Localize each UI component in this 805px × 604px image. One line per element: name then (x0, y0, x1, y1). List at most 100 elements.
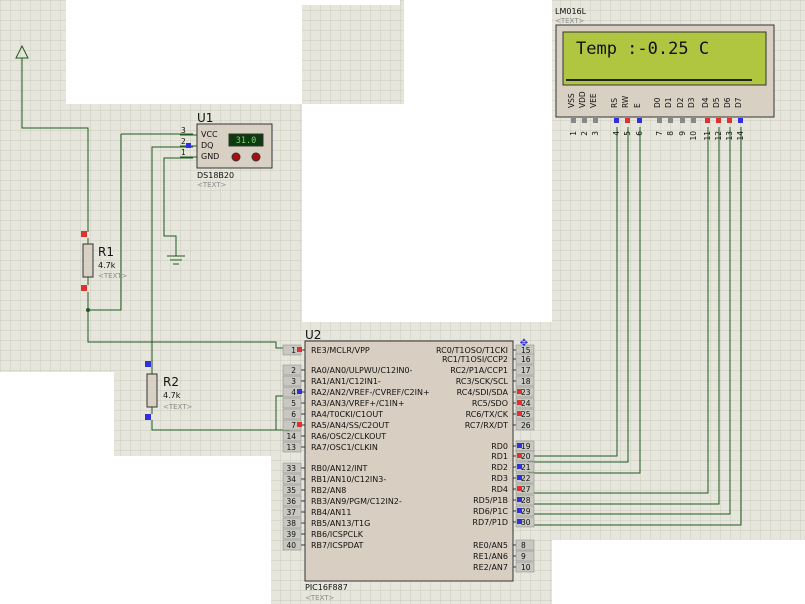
u2-pin-name: RC4/SDI/SDA (457, 388, 509, 397)
r1-pin-bottom (81, 285, 87, 291)
u2-pin-number: 7 (291, 421, 296, 430)
u2-ref: U2 (305, 328, 321, 342)
u1-pin-number: 2 (181, 137, 186, 146)
u1-part: DS18B20 (197, 171, 234, 180)
lcd-pin-label: RS (610, 98, 619, 108)
u1-pin-name: DQ (201, 141, 213, 150)
r1-ref: R1 (98, 245, 114, 259)
lcd-pin-marker (727, 118, 732, 123)
u2-pin-name: RE3/MCLR/VPP (311, 346, 370, 355)
u2-pin-name: RC7/RX/DT (465, 421, 508, 430)
schematic-svg: LM016L <TEXT> Temp :-0.25 C VSS 1 VDD 2 VEE 3… (0, 0, 805, 604)
lcd-pin-marker (625, 118, 630, 123)
u2-pin-name: RC6/TX/CK (466, 410, 509, 419)
u2-pin-name: RB3/AN9/PGM/C12IN2- (311, 497, 402, 506)
u2-pin-number: 35 (286, 486, 296, 495)
blank-area (404, 0, 552, 322)
u2-pin-number: 17 (521, 366, 531, 375)
u1-pin-number: 3 (181, 126, 186, 135)
r2-value: 4.7k (163, 391, 181, 400)
u2-pin-name: RB5/AN13/T1G (311, 519, 370, 528)
u2-pin-number: 40 (286, 541, 296, 550)
u2-pin-number: 10 (521, 563, 531, 572)
u2-pin-name: RB2/AN8 (311, 486, 346, 495)
u2-pin-name: RA5/AN4/SS/C2OUT (311, 421, 389, 430)
u2-pin-name: RB6/ICSPCLK (311, 530, 364, 539)
lcd-pin-label: D4 (701, 97, 710, 108)
u2-pin-number: 21 (521, 463, 531, 472)
u2-pin-marker (297, 422, 302, 427)
lcd-pin-number: 14 (736, 131, 745, 141)
u2-pin-number: 29 (521, 507, 531, 516)
u2-pin-name: RA1/AN1/C12IN1- (311, 377, 381, 386)
r1-pin-top (81, 231, 87, 237)
u2-pin-name: RB1/AN10/C12IN3- (311, 475, 386, 484)
u2-pin-number: 30 (521, 518, 531, 527)
move-handle-icon[interactable]: ✥ (520, 338, 528, 349)
lcd-pin-marker (691, 118, 696, 123)
u2-pin-name: RA3/AN3/VREF+/C1IN+ (311, 399, 405, 408)
r2-pin-top (145, 361, 151, 367)
mcu-pic16f887[interactable]: U2 PIC16F887 <TEXT> 1 RE3/MCLR/VPP 2 RA0/AN… (282, 328, 535, 602)
u2-pin-number: 36 (286, 497, 296, 506)
lcd-pin-number: 1 (569, 131, 578, 136)
lcd-placeholder: <TEXT> (555, 17, 585, 25)
u2-pin-number: 26 (521, 421, 531, 430)
lcd-pin-number: 6 (635, 131, 644, 136)
u2-pin-name: RE0/AN5 (473, 541, 508, 550)
u2-pin-name: RD5/P1B (473, 496, 508, 505)
u2-pin-number: 19 (521, 442, 531, 451)
u2-pin-name: RA7/OSC1/CLKIN (311, 443, 378, 452)
lcd-pin-number: 8 (666, 131, 675, 136)
u2-pin-marker (517, 497, 522, 502)
u2-pin-name: RC1/T1OSI/CCP2 (442, 355, 508, 364)
u2-pin-number: 13 (286, 443, 296, 452)
u2-pin-name: RA0/AN0/ULPWU/C12IN0- (311, 366, 413, 375)
lcd-pin-marker (614, 118, 619, 123)
u2-pin-name: RE1/AN6 (473, 552, 508, 561)
u2-pin-number: 8 (521, 541, 526, 550)
u2-pin-marker (517, 443, 522, 448)
u2-pin-name: RB7/ICSPDAT (311, 541, 364, 550)
lcd-pin-number: 9 (678, 131, 687, 136)
u1-pin-name: GND (201, 152, 219, 161)
u2-pin-name: RB0/AN12/INT (311, 464, 368, 473)
u2-pin-number: 28 (521, 496, 531, 505)
u2-pin-number: 14 (286, 432, 296, 441)
junction-dot (86, 308, 90, 312)
u2-pin-number: 39 (286, 530, 296, 539)
u1-pin-number: 1 (181, 148, 186, 157)
u2-pin-number: 5 (291, 399, 296, 408)
u1-pin-marker (186, 143, 191, 148)
lcd-pin-label: D5 (712, 97, 721, 108)
u1-placeholder: <TEXT> (197, 181, 227, 189)
u2-pin-number: 20 (521, 452, 531, 461)
lcd-name: LM016L (555, 7, 587, 16)
blank-area (302, 104, 404, 322)
u2-pin-number: 9 (521, 552, 526, 561)
u2-pin-number: 34 (286, 475, 296, 484)
u2-pin-number: 37 (286, 508, 296, 517)
lcd-pin-number: 5 (623, 131, 632, 136)
u2-pin-marker (517, 519, 522, 524)
u2-pin-number: 4 (291, 388, 296, 397)
lcd-pin-number: 13 (725, 131, 734, 141)
lcd-pin-marker (657, 118, 662, 123)
lcd-pin-label: D6 (723, 97, 732, 108)
lcd-pin-number: 12 (714, 131, 723, 141)
lcd-pin-label: D1 (664, 97, 673, 108)
lcd-pin-label: D0 (653, 97, 662, 108)
u2-pin-name: RE2/AN7 (473, 563, 508, 572)
u2-pin-name: RD2 (491, 463, 508, 472)
lcd-pin-number: 3 (591, 131, 600, 136)
u2-pin-number: 3 (291, 377, 296, 386)
u2-pin-number: 33 (286, 464, 296, 473)
u2-pin-name: RD3 (491, 474, 508, 483)
u2-pin-number: 18 (521, 377, 531, 386)
lcd-pin-label: D3 (687, 97, 696, 108)
lcd-pin-label: D7 (734, 97, 743, 108)
u1-button-up[interactable] (251, 152, 261, 162)
u2-pin-name: RA2/AN2/VREF-/CVREF/C2IN+ (311, 388, 430, 397)
u1-button-down[interactable] (231, 152, 241, 162)
lcd-pin-label: VEE (589, 93, 598, 108)
